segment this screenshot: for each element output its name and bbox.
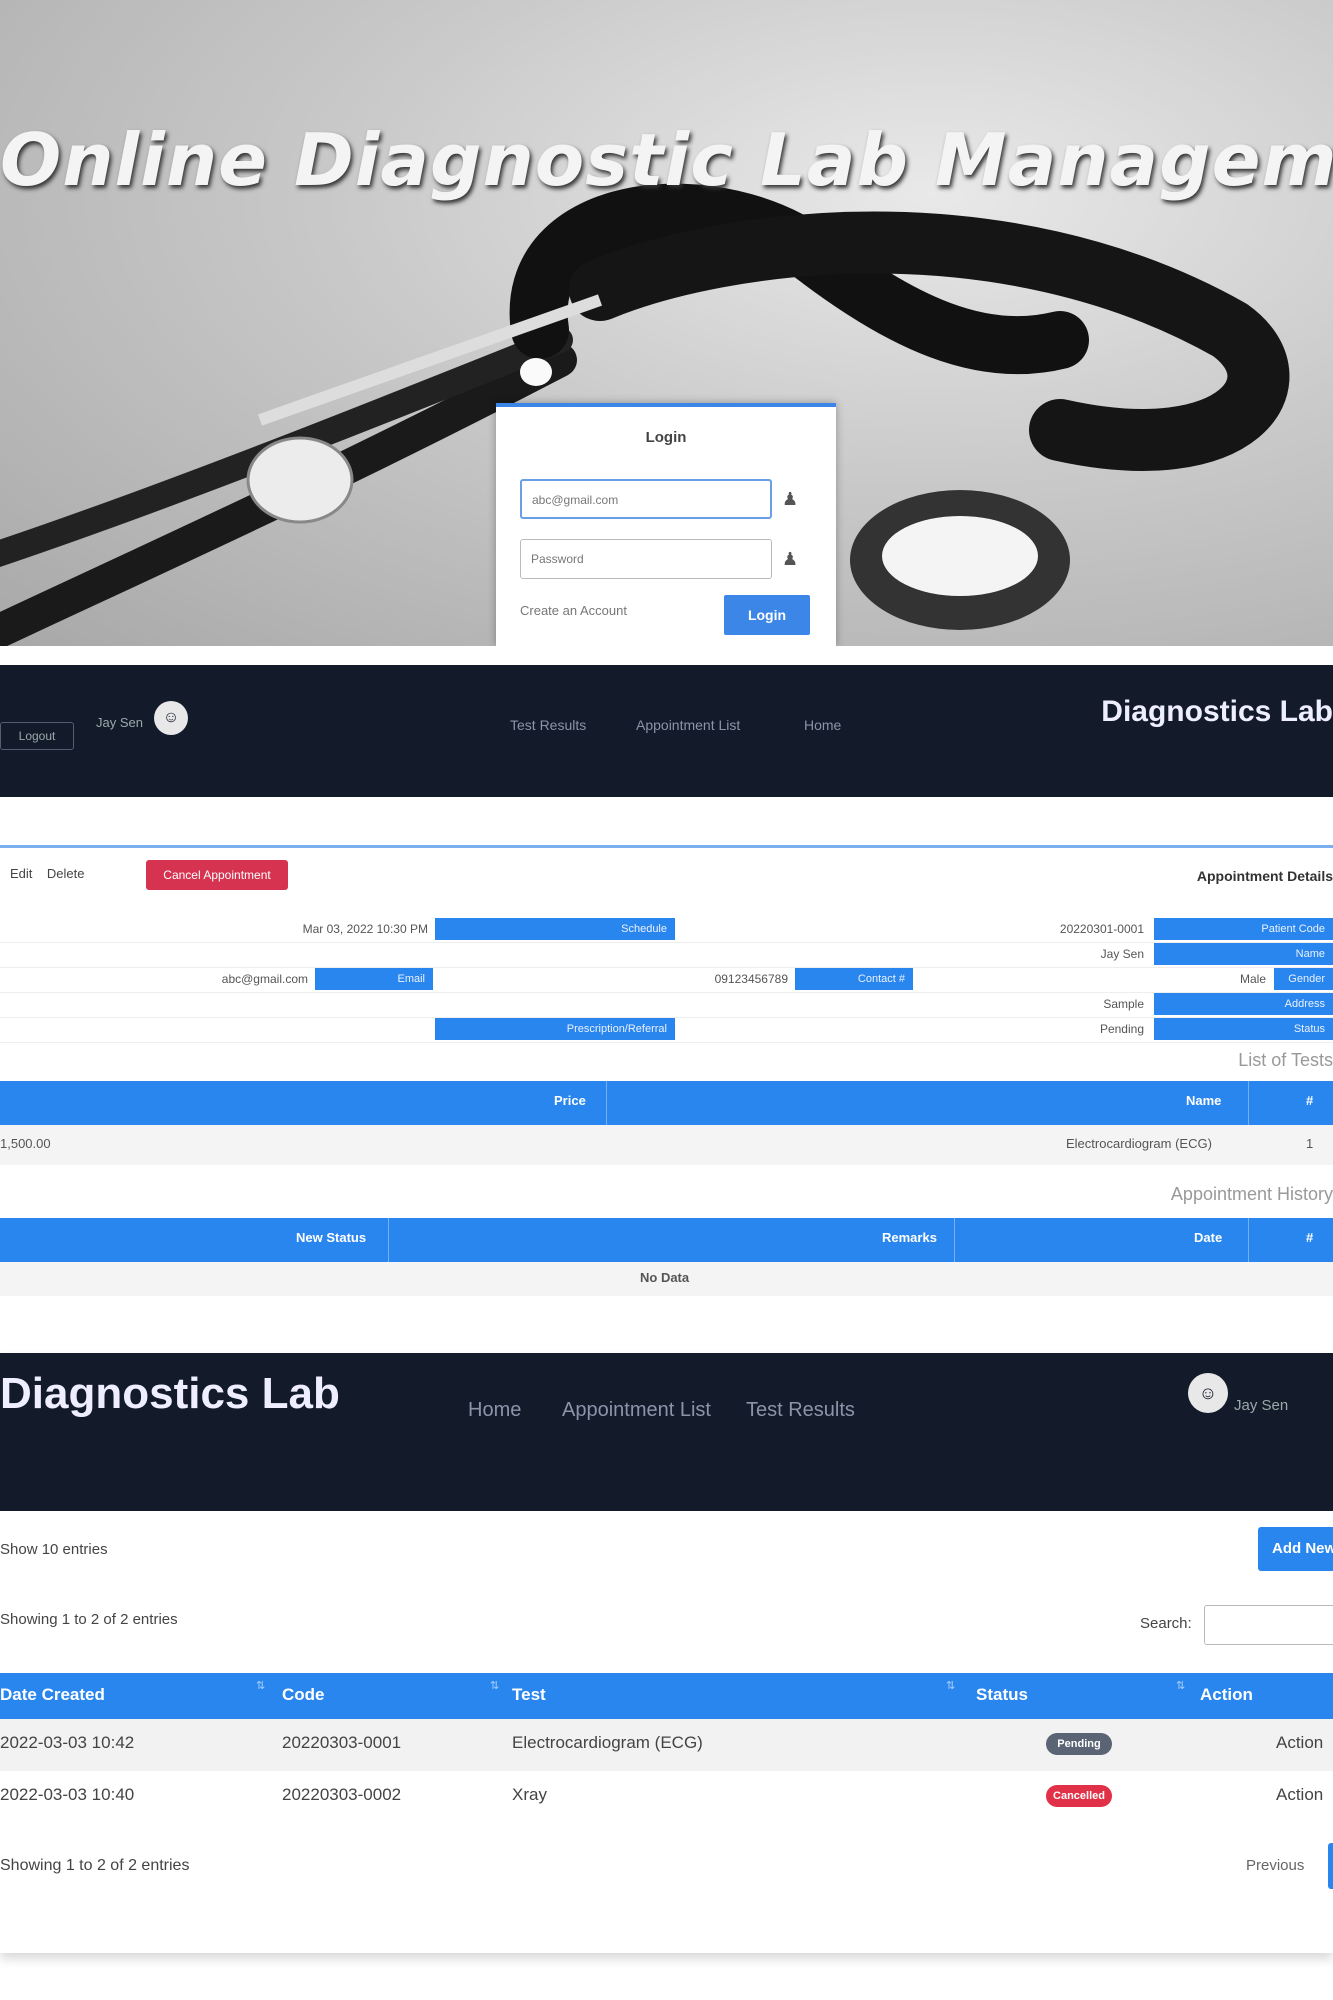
pagination-previous[interactable]: Previous — [1246, 1857, 1304, 1874]
tests-table-header: # Name Price — [0, 1081, 1333, 1125]
field-label-status: Status — [1154, 1018, 1333, 1040]
nav-home[interactable]: Home — [804, 717, 841, 733]
field-value-contact: 09123456789 — [714, 972, 788, 986]
sort-icon[interactable]: ⇅ — [490, 1679, 499, 1692]
top-navbar: Diagnostics Lab Home Appointment List Te… — [0, 665, 1333, 797]
col-number: # — [1306, 1093, 1314, 1108]
col-test[interactable]: Test — [512, 1685, 546, 1705]
delete-button[interactable]: Delete — [47, 866, 85, 881]
nav-appointment-list[interactable]: Appointment List — [562, 1399, 711, 1422]
lock-icon: ♟ — [782, 549, 799, 569]
history-table-header: # Date Remarks New Status — [0, 1218, 1333, 1262]
field-value-name: Jay Sen — [1100, 947, 1144, 961]
nav-home[interactable]: Home — [468, 1399, 521, 1422]
history-heading: Appointment History — [1170, 1184, 1333, 1204]
nav-test-results[interactable]: Test Results — [510, 717, 586, 733]
col-action[interactable]: Action — [1200, 1685, 1253, 1705]
create-account-link[interactable]: Create an Account — [520, 603, 627, 618]
history-empty-row: No Data — [0, 1262, 1333, 1296]
cell-date: 2022-03-03 10:42 — [0, 1733, 135, 1752]
field-label-patient-code: Patient Code — [1154, 918, 1333, 940]
email-input[interactable]: abc@gmail.com — [520, 479, 772, 519]
field-label-name: Name — [1154, 943, 1333, 965]
table-row: 2022-03-03 10:40 20220303-0002 Xray Canc… — [0, 1771, 1333, 1823]
appointment-details-screen: Diagnostics Lab Home Appointment List Te… — [0, 665, 1333, 1315]
cell-test: Electrocardiogram (ECG) — [512, 1733, 703, 1752]
brand-logo[interactable]: Diagnostics Lab — [0, 1369, 340, 1419]
cell-price: 1,500.00 — [0, 1136, 51, 1151]
cell-date: 2022-03-03 10:40 — [0, 1785, 135, 1804]
user-name[interactable]: Jay Sen — [1234, 1397, 1288, 1414]
test-results-screen: Diagnostics Lab Home Appointment List Te… — [0, 1353, 1333, 1953]
sort-icon[interactable]: ⇅ — [946, 1679, 955, 1692]
col-new-status: New Status — [296, 1230, 367, 1245]
field-value-schedule: Mar 03, 2022 10:30 PM — [302, 922, 428, 936]
col-number: # — [1306, 1230, 1314, 1245]
col-code[interactable]: Code — [282, 1685, 325, 1705]
results-table-header: Date Created Code Test Status Action ⇅ ⇅… — [0, 1673, 1333, 1719]
table-row: 2022-03-03 10:42 20220303-0001 Electroca… — [0, 1719, 1333, 1771]
login-screen: Online Diagnostic Lab Management System … — [0, 0, 1333, 646]
results-card: Show 10 entries Add New Showing 1 to 2 o… — [0, 1511, 1333, 1953]
card-tools: Edit Delete — [10, 866, 84, 881]
field-label-gender: Gender — [1274, 968, 1333, 990]
system-title: Online Diagnostic Lab Management System — [0, 118, 1333, 202]
col-name: Name — [1186, 1093, 1222, 1108]
field-label-prescription: Prescription/Referral — [435, 1018, 675, 1040]
field-value-prescription — [180, 1018, 428, 1040]
card-title: Appointment Details — [1196, 868, 1333, 884]
field-label-schedule: Schedule — [435, 918, 675, 940]
search-label: Search: — [1140, 1615, 1192, 1632]
table-info-bottom: Showing 1 to 2 of 2 entries — [0, 1857, 190, 1874]
sort-icon[interactable]: ⇅ — [1176, 1679, 1185, 1692]
field-value-gender: Male — [1180, 968, 1266, 990]
field-value-email: abc@gmail.com — [221, 972, 308, 986]
login-button[interactable]: Login — [724, 595, 810, 635]
nav-test-results[interactable]: Test Results — [746, 1399, 855, 1422]
nav-appointment-list[interactable]: Appointment List — [636, 717, 740, 733]
edit-button[interactable]: Edit — [10, 866, 32, 881]
top-navbar: Diagnostics Lab Home Appointment List Te… — [0, 1353, 1333, 1511]
field-label-contact: Contact # — [795, 968, 913, 990]
field-value-address: Sample — [1103, 997, 1144, 1011]
col-price: Price — [554, 1093, 586, 1108]
user-name[interactable]: Jay Sen — [96, 715, 143, 730]
field-label-address: Address — [1154, 993, 1333, 1015]
cell-name: Electrocardiogram (ECG) — [1066, 1136, 1212, 1151]
appointment-card: Appointment Details Cancel Appointment E… — [0, 845, 1333, 1315]
user-avatar[interactable]: ☺ — [1188, 1373, 1228, 1413]
login-form: Login abc@gmail.com ♟ Password ♟ Create … — [496, 403, 836, 646]
cell-number: 1 — [1306, 1136, 1314, 1151]
pagination-current-page[interactable] — [1328, 1843, 1333, 1889]
tests-heading: List of Tests — [1238, 1050, 1333, 1070]
col-remarks: Remarks — [882, 1230, 937, 1245]
table-row: 1 Electrocardiogram (ECG) 1,500.00 — [0, 1125, 1333, 1165]
add-new-button[interactable]: Add New — [1258, 1527, 1333, 1571]
cell-code: 20220303-0002 — [282, 1785, 402, 1804]
search-input[interactable] — [1204, 1605, 1333, 1645]
table-info-top: Showing 1 to 2 of 2 entries — [0, 1611, 178, 1628]
field-value-status: Pending — [1099, 1022, 1144, 1036]
cell-test: Xray — [512, 1785, 547, 1804]
user-avatar[interactable]: ☺ — [154, 701, 188, 735]
cell-code: 20220303-0001 — [282, 1733, 402, 1752]
status-badge: Pending — [1046, 1733, 1112, 1755]
user-icon: ♟ — [782, 489, 799, 509]
entries-length-select[interactable]: Show 10 entries — [0, 1541, 108, 1558]
no-data-text: No Data — [640, 1270, 690, 1285]
cancel-appointment-button[interactable]: Cancel Appointment — [146, 860, 288, 890]
col-date: Date — [1194, 1230, 1223, 1245]
brand-logo[interactable]: Diagnostics Lab — [1101, 695, 1333, 729]
field-value-patient-code: 20220301-0001 — [1059, 922, 1144, 936]
col-status[interactable]: Status — [976, 1685, 1028, 1705]
action-dropdown[interactable]: Action — [1276, 1733, 1323, 1753]
action-dropdown[interactable]: Action — [1276, 1785, 1323, 1805]
logout-button[interactable]: Logout — [0, 722, 74, 750]
field-label-email: Email — [315, 968, 433, 990]
sort-icon[interactable]: ⇅ — [256, 1679, 265, 1692]
status-badge: Cancelled — [1046, 1785, 1112, 1807]
login-form-title: Login — [645, 429, 687, 446]
password-input[interactable]: Password — [520, 539, 772, 579]
col-date-created[interactable]: Date Created — [0, 1685, 105, 1705]
